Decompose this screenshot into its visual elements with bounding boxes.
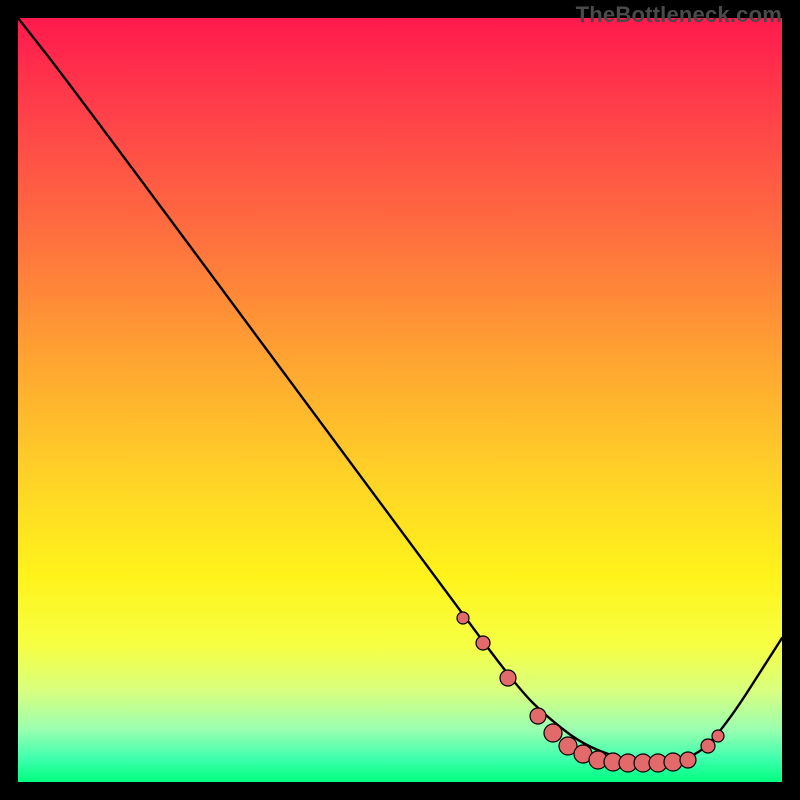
curve-marker [476, 636, 490, 650]
curve-marker [530, 708, 546, 724]
curve-marker [500, 670, 516, 686]
curve-marker [680, 752, 696, 768]
curve-marker [701, 739, 715, 753]
curve-marker [664, 753, 682, 771]
curve-marker [712, 730, 724, 742]
curve-marker [457, 612, 469, 624]
curve-marker [544, 724, 562, 742]
curve-layer [18, 18, 782, 782]
bottleneck-curve-path [18, 18, 782, 763]
